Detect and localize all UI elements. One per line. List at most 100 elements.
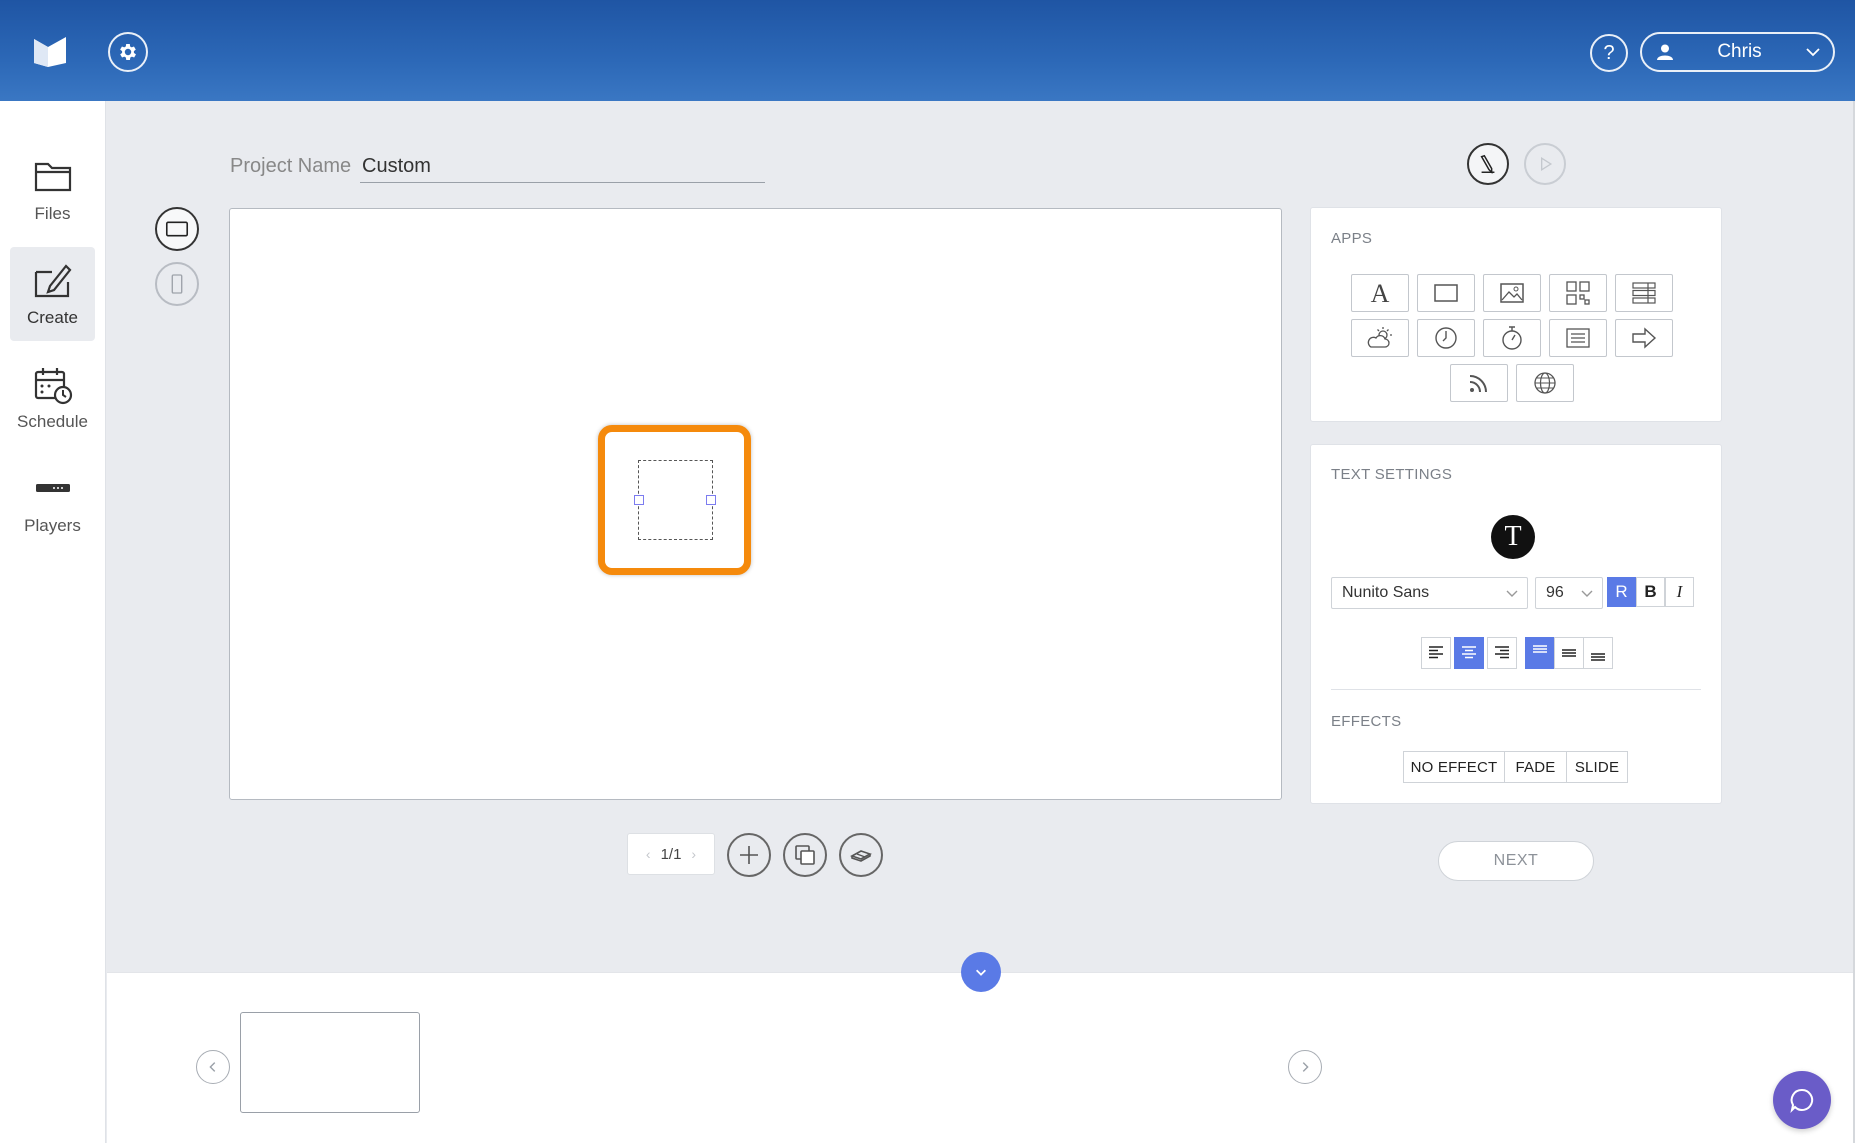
chat-support-button[interactable] (1773, 1071, 1831, 1129)
landscape-icon (165, 221, 189, 237)
qr-code-app-icon (1566, 281, 1590, 305)
clear-page-button[interactable] (839, 833, 883, 877)
align-right-icon (1495, 646, 1509, 659)
resize-handle-right[interactable] (706, 495, 716, 505)
resize-handle-left[interactable] (634, 495, 644, 505)
align-left-button[interactable] (1421, 637, 1451, 669)
portrait-orientation-button[interactable] (155, 262, 199, 306)
portrait-icon (171, 274, 183, 294)
timer-app-icon (1502, 326, 1522, 350)
chevron-down-icon (1806, 48, 1820, 57)
align-center-icon (1462, 646, 1476, 659)
arrow-app-button[interactable] (1615, 319, 1673, 357)
preview-button[interactable] (1524, 143, 1566, 185)
align-right-button[interactable] (1487, 637, 1517, 669)
chevron-right-icon[interactable]: › (691, 846, 696, 862)
app-logo-icon[interactable] (30, 33, 70, 71)
filmstrip-next-button[interactable] (1288, 1050, 1322, 1084)
project-name-input[interactable] (360, 150, 765, 183)
play-icon (1541, 156, 1553, 172)
help-button[interactable]: ? (1590, 34, 1628, 72)
ticker-app-icon (1566, 328, 1590, 348)
plus-icon (740, 846, 758, 864)
weather-app-icon (1367, 327, 1392, 348)
web-app-icon (1534, 372, 1556, 394)
project-name-label: Project Name (230, 155, 352, 177)
chevron-down-icon (976, 969, 986, 976)
valign-top-icon (1533, 645, 1547, 653)
calendar-clock-icon (34, 368, 72, 405)
effects-title: EFFECTS (1331, 713, 1402, 730)
align-center-button[interactable] (1454, 637, 1484, 669)
valign-top-button[interactable] (1525, 637, 1555, 669)
eraser-icon (850, 850, 872, 862)
weather-app-button[interactable] (1351, 319, 1409, 357)
user-menu-button[interactable]: Chris (1640, 32, 1835, 72)
sidebar-item-label: Files (34, 204, 71, 223)
list-app-button[interactable] (1615, 274, 1673, 312)
sidebar-item-players[interactable]: Players (10, 455, 95, 549)
chevron-left-icon[interactable]: ‹ (646, 846, 651, 862)
edit-mode-button[interactable] (1467, 143, 1509, 185)
italic-style-button[interactable]: I (1665, 577, 1694, 607)
duplicate-page-button[interactable] (783, 833, 827, 877)
valign-middle-button[interactable] (1554, 637, 1584, 669)
valign-middle-icon (1562, 649, 1576, 657)
image-app-button[interactable] (1483, 274, 1541, 312)
text-settings-panel: TEXT SETTINGS EFFECTS (1310, 444, 1722, 804)
bold-style-button[interactable]: B (1636, 577, 1665, 607)
rectangle-app-button[interactable] (1417, 274, 1475, 312)
create-icon (34, 264, 71, 298)
text-color-picker[interactable]: T (1491, 515, 1535, 559)
svg-text:A: A (1371, 279, 1390, 307)
text-settings-title: TEXT SETTINGS (1331, 466, 1453, 483)
text-app-icon: A (1371, 279, 1390, 307)
page-indicator: 1/1 (660, 845, 682, 863)
no-effect-button[interactable]: NO EFFECT (1403, 751, 1505, 783)
add-page-button[interactable] (727, 833, 771, 877)
next-button[interactable]: NEXT (1438, 841, 1594, 881)
settings-divider (1331, 689, 1701, 690)
web-app-button[interactable] (1516, 364, 1574, 402)
timer-app-button[interactable] (1483, 319, 1541, 357)
design-canvas[interactable] (229, 208, 1282, 800)
top-bar: ? Chris (0, 0, 1855, 101)
slide-effect-button[interactable]: SLIDE (1566, 751, 1628, 783)
text-element-box[interactable] (638, 460, 713, 540)
copy-icon (795, 845, 815, 865)
sidebar-item-schedule[interactable]: Schedule (10, 351, 95, 445)
ticker-app-button[interactable] (1549, 319, 1607, 357)
folder-icon (34, 162, 71, 192)
align-left-icon (1429, 646, 1443, 659)
landscape-orientation-button[interactable] (155, 207, 199, 251)
text-app-button[interactable]: A (1351, 274, 1409, 312)
clock-app-icon (1435, 327, 1457, 349)
sidebar-item-files[interactable]: Files (10, 143, 95, 237)
regular-style-button[interactable]: R (1607, 577, 1636, 607)
sidebar-item-create[interactable]: Create (10, 247, 95, 341)
list-app-icon (1632, 282, 1656, 304)
qr-code-app-button[interactable] (1549, 274, 1607, 312)
text-color-letter: T (1504, 521, 1522, 552)
arrow-app-icon (1632, 327, 1657, 349)
settings-button[interactable] (108, 32, 148, 72)
pencil-icon (1480, 154, 1495, 175)
filmstrip-prev-button[interactable] (196, 1050, 230, 1084)
user-icon (1657, 44, 1673, 60)
clock-app-button[interactable] (1417, 319, 1475, 357)
page-pager: ‹ 1/1 › (627, 833, 715, 875)
page-thumbnail[interactable] (240, 1012, 420, 1113)
sidebar-item-label: Schedule (17, 412, 88, 431)
collapse-filmstrip-button[interactable] (961, 952, 1001, 992)
sidebar: Files Create Schedule Players (0, 101, 106, 1143)
sidebar-item-label: Players (24, 516, 81, 535)
rss-app-button[interactable] (1450, 364, 1508, 402)
font-family-select[interactable]: Nunito Sans (1331, 577, 1528, 609)
valign-bottom-button[interactable] (1583, 637, 1613, 669)
rss-app-icon (1469, 375, 1487, 393)
font-family-value: Nunito Sans (1342, 584, 1430, 601)
fade-effect-button[interactable]: FADE (1504, 751, 1567, 783)
rectangle-app-icon (1434, 284, 1458, 302)
gear-icon (120, 44, 136, 60)
font-size-select[interactable]: 96 (1535, 577, 1603, 609)
